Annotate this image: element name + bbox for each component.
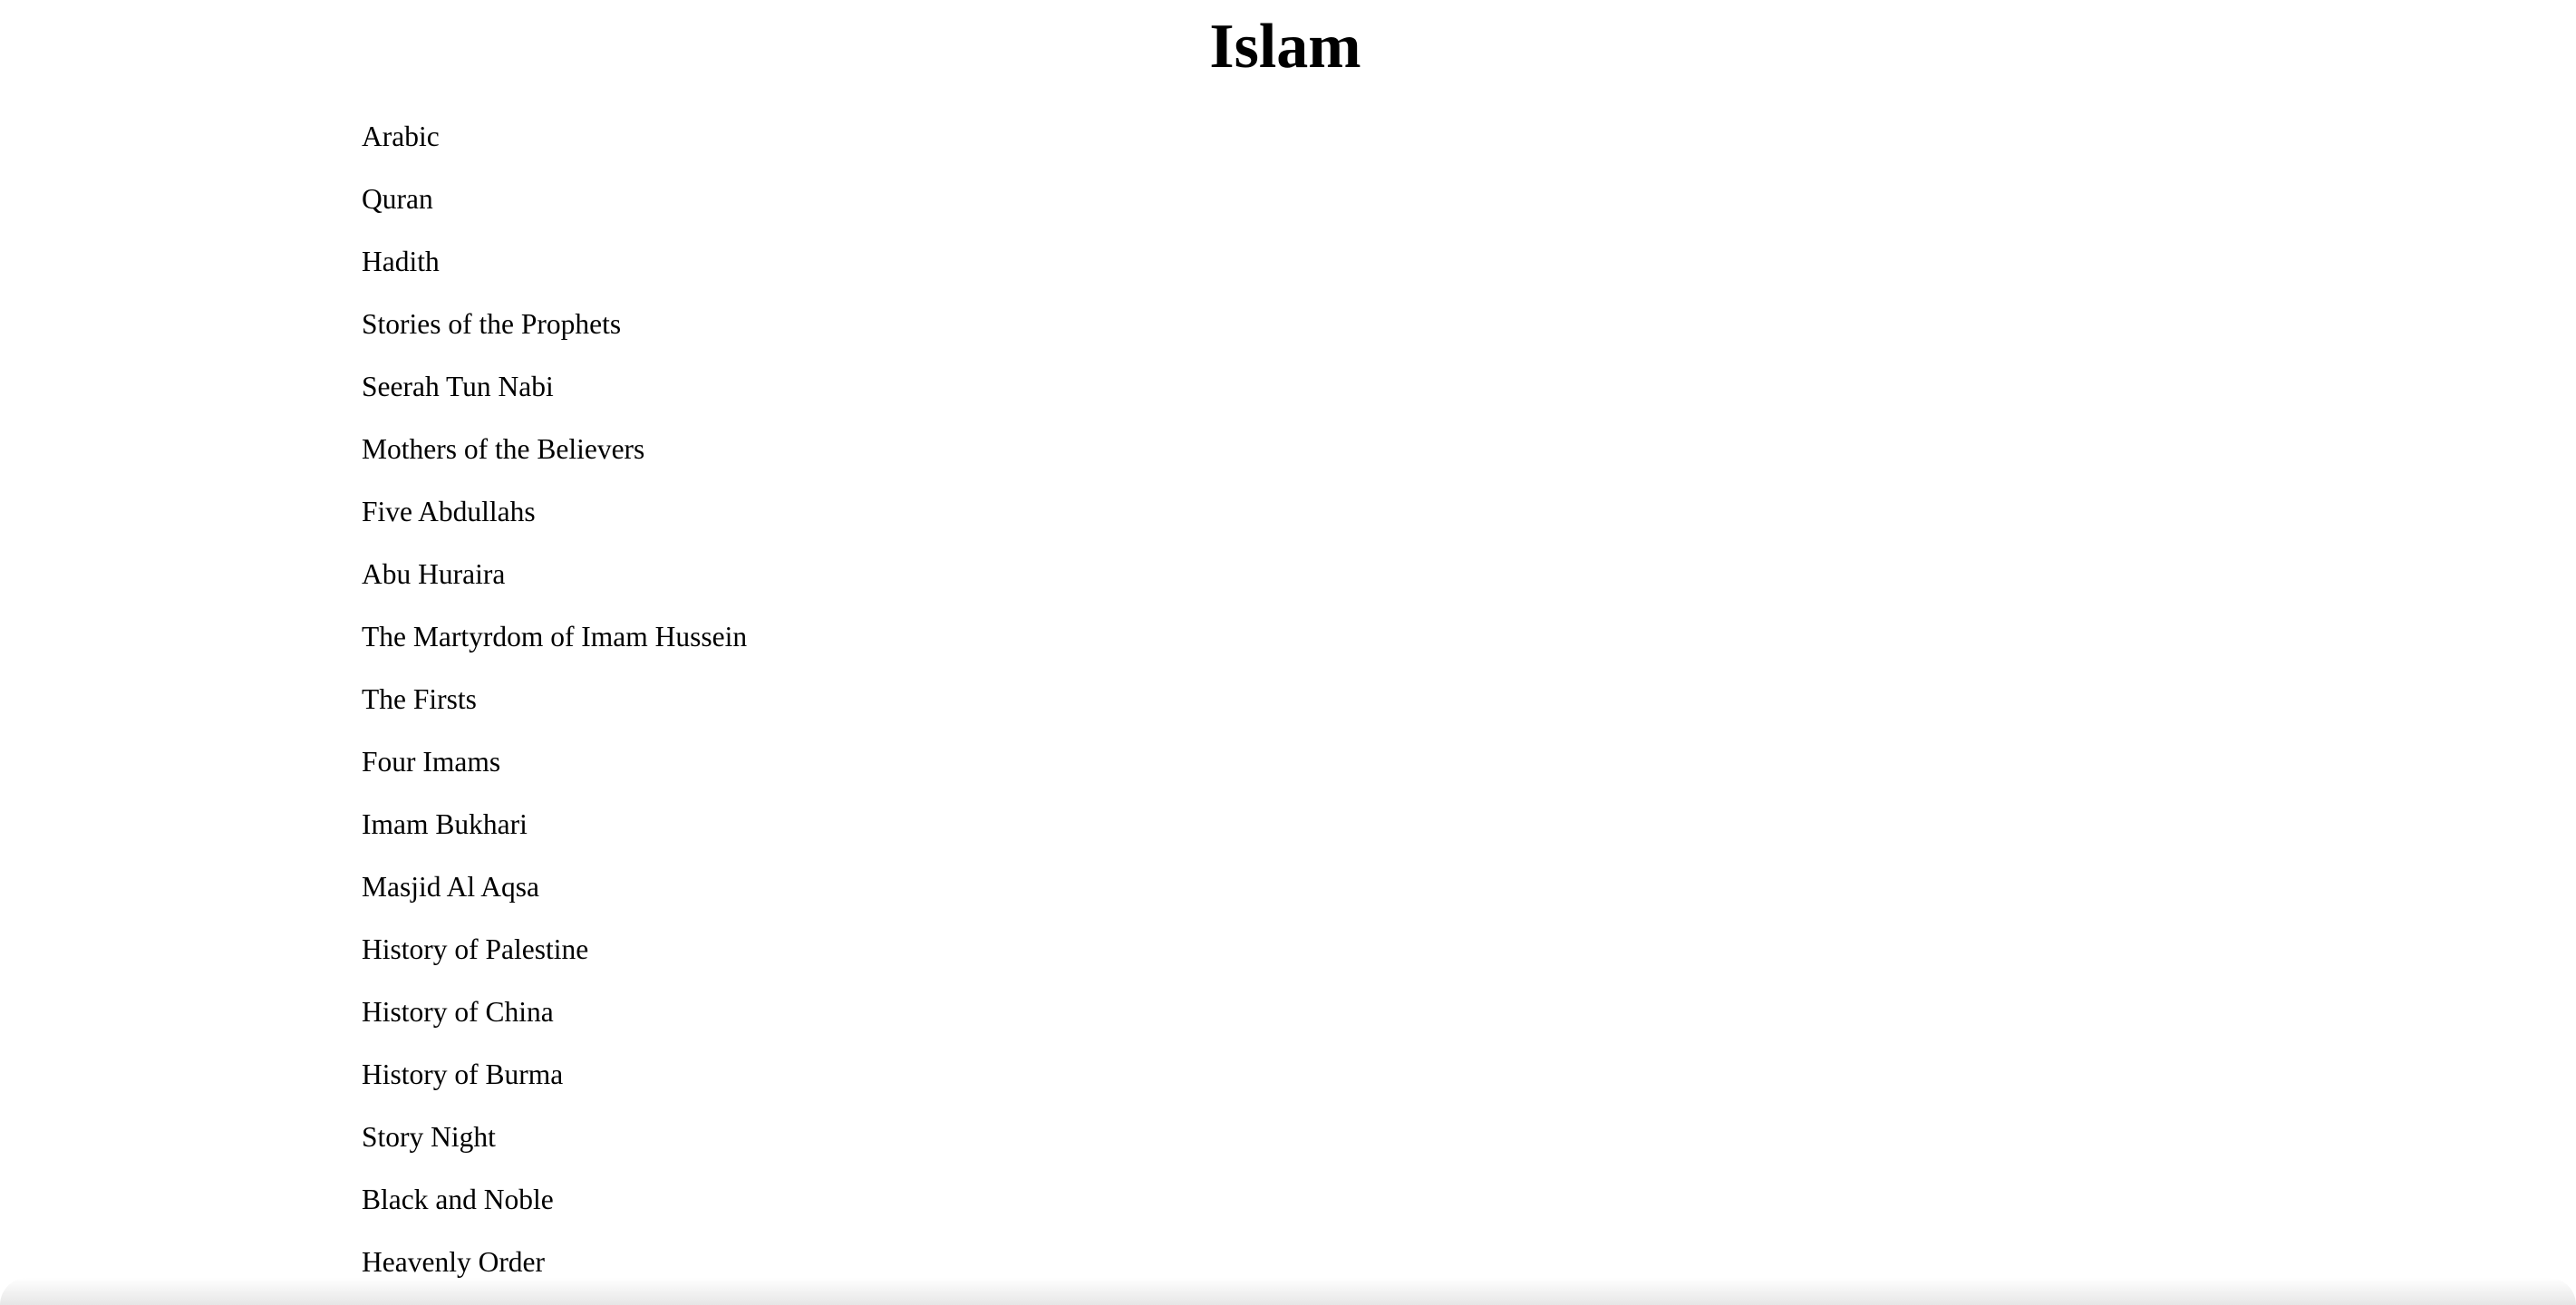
topic-item-arabic[interactable]: Arabic (362, 116, 747, 179)
topic-item-mothers-of-the-believers[interactable]: Mothers of the Believers (362, 429, 747, 491)
topic-item-abu-huraira[interactable]: Abu Huraira (362, 554, 747, 616)
topic-item-history-of-burma[interactable]: History of Burma (362, 1054, 747, 1116)
topic-item-imam-bukhari[interactable]: Imam Bukhari (362, 804, 747, 866)
topic-item-seerah-tun-nabi[interactable]: Seerah Tun Nabi (362, 366, 747, 429)
topic-item-stories-of-the-prophets[interactable]: Stories of the Prophets (362, 304, 747, 366)
topic-item-masjid-al-aqsa[interactable]: Masjid Al Aqsa (362, 866, 747, 929)
topic-item-hadith[interactable]: Hadith (362, 241, 747, 304)
topic-item-five-abdullahs[interactable]: Five Abdullahs (362, 491, 747, 554)
topic-item-black-and-noble[interactable]: Black and Noble (362, 1179, 747, 1242)
topic-list: Arabic Quran Hadith Stories of the Proph… (362, 116, 747, 1304)
topic-item-story-night[interactable]: Story Night (362, 1116, 747, 1179)
topic-item-history-of-palestine[interactable]: History of Palestine (362, 929, 747, 991)
topic-item-martyrdom-of-imam-hussein[interactable]: The Martyrdom of Imam Hussein (362, 616, 747, 679)
page-title: Islam (1209, 12, 1361, 82)
topic-item-the-firsts[interactable]: The Firsts (362, 679, 747, 741)
topic-item-quran[interactable]: Quran (362, 179, 747, 241)
topic-item-four-imams[interactable]: Four Imams (362, 741, 747, 804)
topic-item-history-of-china[interactable]: History of China (362, 991, 747, 1054)
topic-item-heavenly-order[interactable]: Heavenly Order (362, 1242, 747, 1304)
